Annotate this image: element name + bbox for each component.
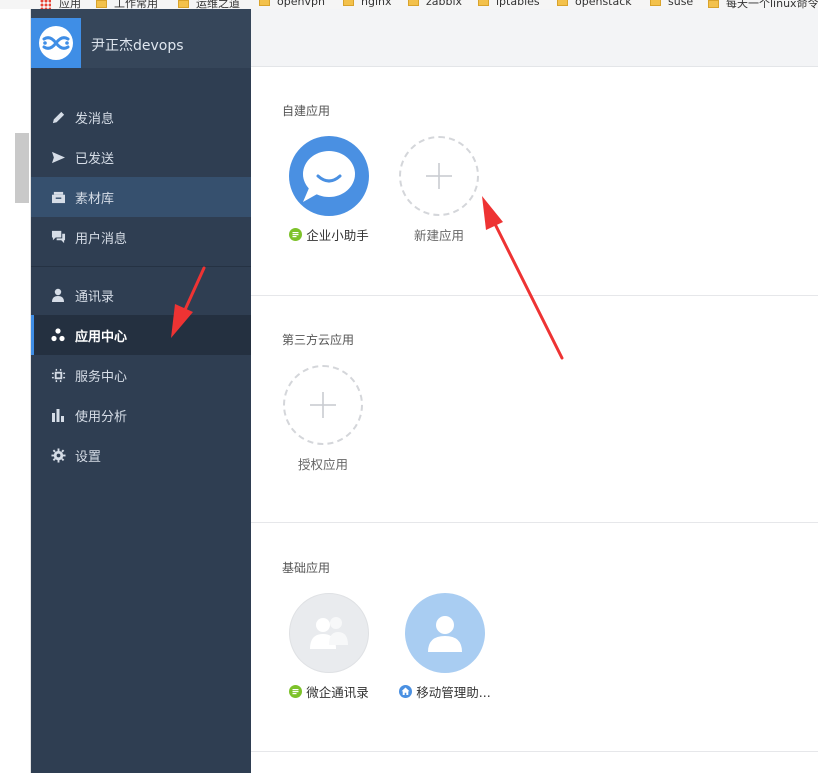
- sidebar-item-analytics[interactable]: 使用分析: [31, 395, 251, 435]
- gear-icon: [50, 447, 66, 463]
- sidebar-item-app-center[interactable]: 应用中心: [31, 315, 251, 355]
- send-icon: [50, 149, 66, 165]
- bookmark-folder[interactable]: iptables: [478, 0, 540, 8]
- bookmark-folder[interactable]: 工作常用: [96, 0, 158, 9]
- folder-icon: [557, 0, 568, 6]
- bookmark-folder[interactable]: 每天一个linux命令: [708, 0, 818, 9]
- folder-icon: [96, 0, 107, 8]
- plus-icon: [283, 365, 363, 445]
- app-tile[interactable]: 移动管理助...: [390, 593, 500, 701]
- bookmarks-bar: 应用 工作常用 运维之道 openvpn nginx zabbix iptabl…: [0, 0, 818, 9]
- green-badge-icon: [289, 685, 303, 698]
- pencil-icon: [50, 109, 66, 125]
- bookmark-folder[interactable]: suse: [650, 0, 693, 8]
- section-divider: [251, 522, 818, 523]
- main-header: [251, 9, 818, 67]
- sidebar-item-label: 用户消息: [75, 231, 128, 247]
- app-name: 企业小助手: [274, 225, 384, 244]
- bookmark-folder[interactable]: openstack: [557, 0, 632, 8]
- chat-bubble-icon: [289, 136, 369, 216]
- folder-icon: [178, 0, 189, 8]
- sidebar-item-sent[interactable]: 已发送: [31, 137, 251, 177]
- bookmark-folder[interactable]: openvpn: [259, 0, 325, 8]
- app-name: 授权应用: [297, 457, 348, 472]
- section-title: 自建应用: [282, 104, 331, 118]
- folder-icon: [408, 0, 419, 6]
- sidebar-divider: [31, 266, 251, 267]
- sidebar-item-send-message[interactable]: 发消息: [31, 97, 251, 137]
- sidebar-item-label: 发消息: [75, 111, 115, 127]
- contacts-icon: [289, 593, 369, 673]
- bookmark-folder[interactable]: 运维之道: [178, 0, 240, 9]
- sidebar-item-service-center[interactable]: 服务中心: [31, 355, 251, 395]
- brand-name: 尹正杰devops: [91, 38, 184, 54]
- app-name: 新建应用: [413, 228, 464, 243]
- section-divider: [251, 295, 818, 296]
- apps-dots-icon: [50, 327, 66, 343]
- sidebar-item-settings[interactable]: 设置: [31, 435, 251, 475]
- sidebar-item-user-messages[interactable]: 用户消息: [31, 217, 251, 257]
- app-tile[interactable]: 微企通讯录: [274, 593, 384, 701]
- person-icon: [50, 287, 66, 303]
- main-content: 自建应用 企业小助手 新建应用 第三方云应用 授权应用 基础应用 微企通讯录 移…: [251, 9, 818, 773]
- app-tile[interactable]: 企业小助手: [274, 136, 384, 244]
- app-name: 微企通讯录: [274, 682, 384, 701]
- folder-icon: [708, 0, 719, 8]
- brand-logo-icon: [31, 18, 81, 68]
- chat-icon: [50, 229, 66, 245]
- folder-icon: [259, 0, 270, 6]
- sidebar-item-label: 设置: [75, 449, 102, 465]
- bookmark-apps[interactable]: 应用: [40, 0, 81, 9]
- bookmark-folder[interactable]: nginx: [343, 0, 392, 8]
- plus-icon: [399, 136, 479, 216]
- sidebar-item-label: 服务中心: [75, 369, 128, 385]
- section-title: 基础应用: [282, 561, 331, 575]
- sidebar-item-label: 已发送: [75, 151, 115, 167]
- app-name: 移动管理助...: [390, 682, 500, 701]
- section-title: 第三方云应用: [282, 333, 355, 347]
- chip-icon: [50, 367, 66, 383]
- green-badge-icon: [289, 228, 303, 241]
- sidebar: 尹正杰devops 发消息 已发送 素材库 用户消息 通讯录 应用中心 服务中心…: [31, 9, 251, 773]
- folder-icon: [478, 0, 489, 6]
- sidebar-item-contacts[interactable]: 通讯录: [31, 275, 251, 315]
- add-app-button[interactable]: 新建应用: [384, 136, 494, 244]
- sidebar-item-label: 应用中心: [75, 329, 128, 345]
- authorize-app-button[interactable]: 授权应用: [268, 365, 378, 473]
- bar-chart-icon: [50, 407, 66, 423]
- scrollbar-thumb[interactable]: [15, 133, 29, 203]
- active-indicator: [31, 315, 34, 355]
- apps-grid-icon: [40, 0, 51, 9]
- sidebar-item-label: 通讯录: [75, 289, 115, 305]
- home-badge-icon: [399, 685, 413, 698]
- folder-icon: [343, 0, 354, 6]
- section-divider: [251, 751, 818, 752]
- sidebar-item-library[interactable]: 素材库: [31, 177, 251, 217]
- sidebar-item-label: 使用分析: [75, 409, 128, 425]
- bookmark-folder[interactable]: zabbix: [408, 0, 462, 8]
- brand-header[interactable]: 尹正杰devops: [31, 18, 251, 68]
- browser-gutter: [0, 9, 31, 773]
- sidebar-top-strip: [31, 9, 251, 18]
- folder-icon: [650, 0, 661, 6]
- user-icon: [405, 593, 485, 673]
- sidebar-item-label: 素材库: [75, 191, 115, 207]
- archive-icon: [50, 189, 66, 205]
